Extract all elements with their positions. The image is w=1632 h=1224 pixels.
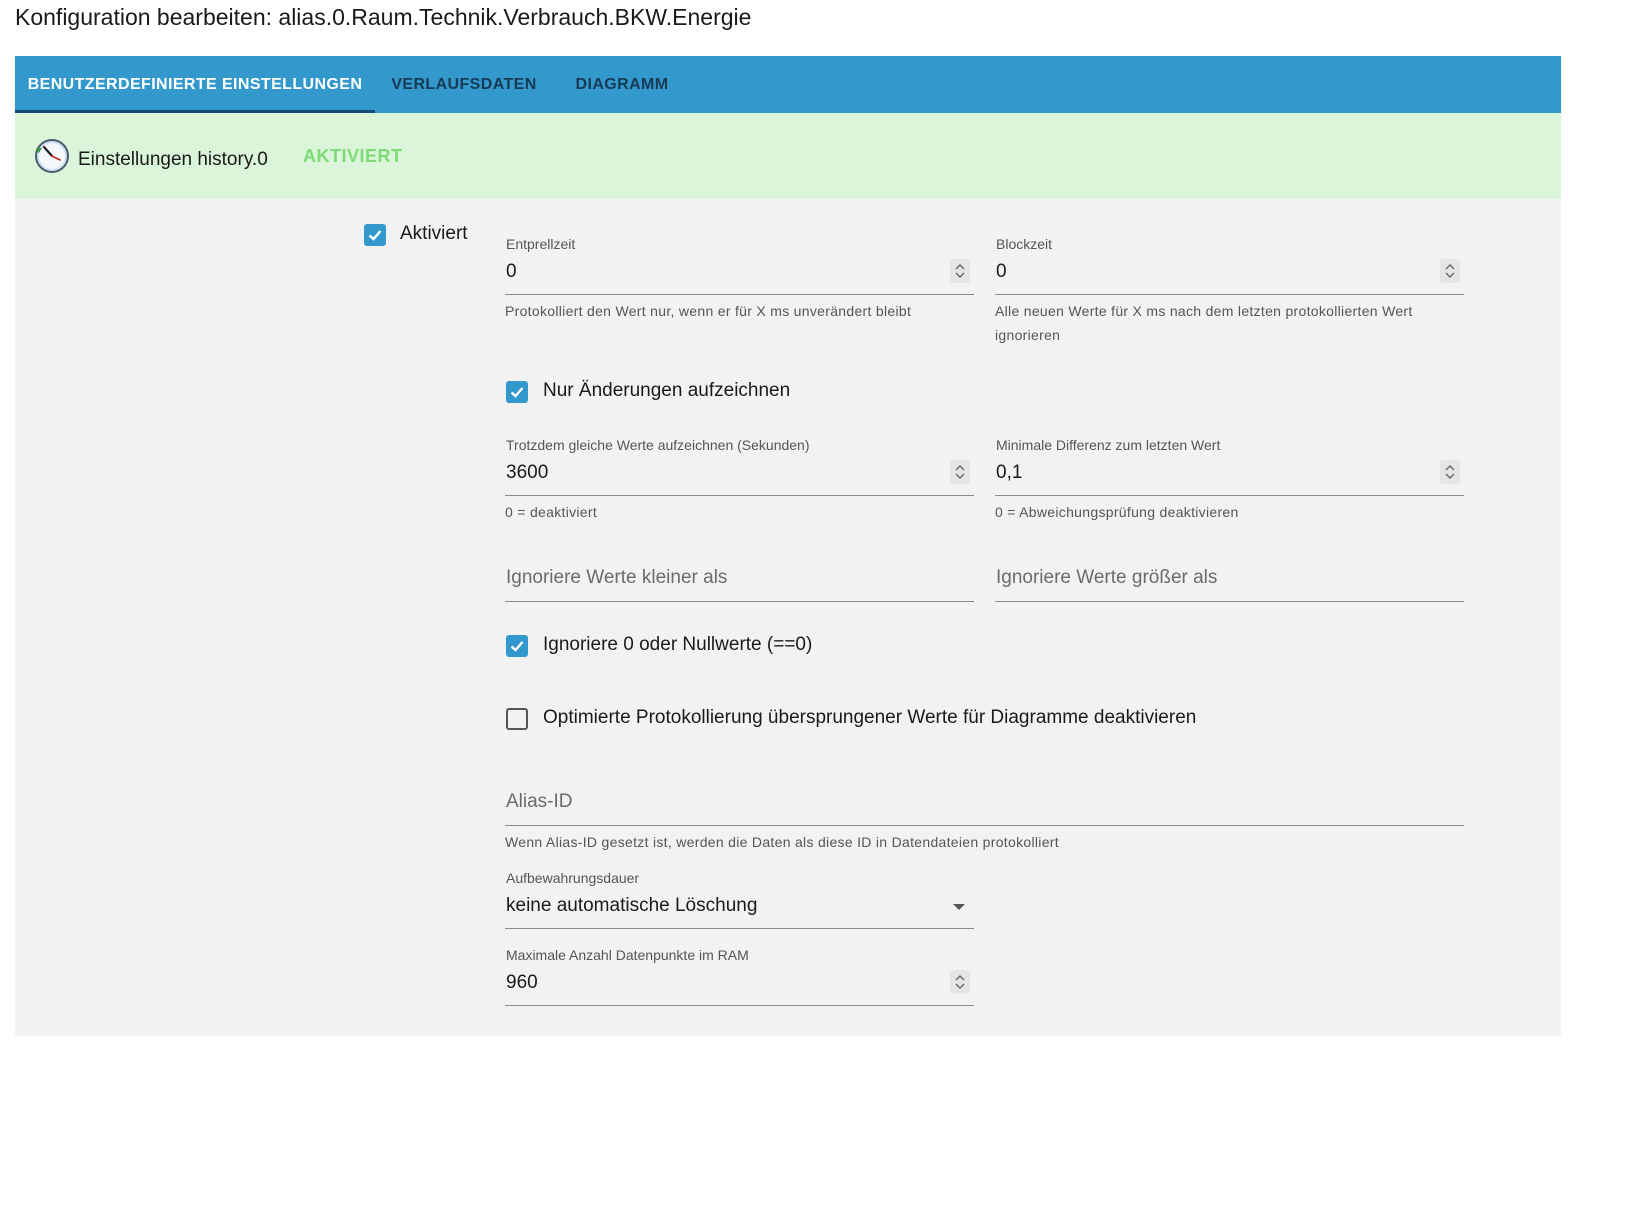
ignore-below-placeholder: Ignoriere Werte kleiner als: [506, 567, 728, 588]
tab-history-data[interactable]: VERLAUFSDATEN: [375, 56, 553, 113]
check-icon: [510, 387, 524, 398]
same-values-underline: [505, 495, 974, 496]
blocktime-helper: Alle neuen Werte für X ms nach dem letzt…: [995, 303, 1413, 343]
enabled-label: Aktiviert: [400, 223, 468, 244]
debounce-label: Entprellzeit: [506, 236, 576, 252]
retention-label: Aufbewahrungsdauer: [506, 870, 640, 886]
same-values-value: 3600: [506, 462, 549, 483]
max-points-underline: [505, 1005, 974, 1006]
blocktime-label: Blockzeit: [996, 236, 1053, 252]
debounce-helper: Protokolliert den Wert nur, wenn er für …: [505, 303, 912, 319]
spinner-arrows-icon: [955, 975, 965, 989]
ignore-zero-label: Ignoriere 0 oder Nullwerte (==0): [543, 634, 813, 655]
retention-select[interactable]: Aufbewahrungsdauer keine automatische Lö…: [505, 870, 974, 930]
check-icon: [510, 641, 524, 652]
chevron-down-icon: [953, 904, 965, 910]
spinner-arrows-icon: [955, 465, 965, 479]
same-values-helper: 0 = deaktiviert: [505, 504, 598, 520]
ignore-above-placeholder: Ignoriere Werte größer als: [996, 567, 1218, 588]
min-diff-helper: 0 = Abweichungsprüfung deaktivieren: [995, 504, 1239, 520]
blocktime-value: 0: [996, 261, 1007, 282]
clock-icon: [35, 139, 69, 173]
enabled-checkbox[interactable]: [364, 224, 386, 246]
ignore-zero-checkbox[interactable]: [506, 635, 528, 657]
disable-optimized-checkbox[interactable]: [506, 708, 528, 730]
min-diff-field[interactable]: Minimale Differenz zum letzten Wert 0,1: [995, 437, 1464, 497]
tab-chart-label: DIAGRAMM: [575, 76, 669, 93]
check-icon: [368, 230, 382, 241]
settings-panel: BENUTZERDEFINIERTE EINSTELLUNGEN VERLAUF…: [15, 56, 1561, 1036]
tab-history-data-label: VERLAUFSDATEN: [391, 76, 537, 93]
tab-custom-settings[interactable]: BENUTZERDEFINIERTE EINSTELLUNGEN: [15, 56, 375, 113]
tab-bar: BENUTZERDEFINIERTE EINSTELLUNGEN VERLAUF…: [15, 56, 1561, 113]
min-diff-value: 0,1: [996, 462, 1023, 483]
max-points-value: 960: [506, 972, 538, 993]
alias-id-placeholder: Alias-ID: [506, 791, 573, 812]
ignore-above-input[interactable]: Ignoriere Werte größer als: [995, 561, 1464, 602]
spinner-arrows-icon: [955, 264, 965, 278]
alias-id-input[interactable]: Alias-ID: [505, 785, 1464, 826]
instance-header: Einstellungen history.0 AKTIVIERT: [15, 113, 1561, 199]
debounce-field[interactable]: Entprellzeit 0: [505, 236, 974, 296]
max-points-spinner[interactable]: [950, 970, 970, 994]
ignore-above-underline: [995, 601, 1464, 602]
retention-underline: [505, 928, 974, 929]
alias-id-helper: Wenn Alias-ID gesetzt ist, werden die Da…: [505, 834, 1059, 850]
tab-chart[interactable]: DIAGRAMM: [553, 56, 691, 113]
same-values-spinner[interactable]: [950, 460, 970, 484]
min-diff-label: Minimale Differenz zum letzten Wert: [996, 437, 1221, 453]
blocktime-field[interactable]: Blockzeit 0: [995, 236, 1464, 296]
retention-value: keine automatische Löschung: [506, 895, 758, 916]
ignore-below-underline: [505, 601, 974, 602]
debounce-underline: [505, 294, 974, 295]
page-title: Konfiguration bearbeiten: alias.0.Raum.T…: [15, 4, 752, 30]
instance-status-badge: AKTIVIERT: [303, 146, 403, 166]
instance-label: Einstellungen history.0: [78, 149, 268, 170]
min-diff-underline: [995, 495, 1464, 496]
min-diff-spinner[interactable]: [1440, 460, 1460, 484]
changes-only-label: Nur Änderungen aufzeichnen: [543, 380, 791, 401]
debounce-value: 0: [506, 261, 517, 282]
debounce-spinner[interactable]: [950, 259, 970, 283]
changes-only-checkbox[interactable]: [506, 381, 528, 403]
blocktime-underline: [995, 294, 1464, 295]
tab-custom-settings-label: BENUTZERDEFINIERTE EINSTELLUNGEN: [27, 76, 363, 93]
max-points-field[interactable]: Maximale Anzahl Datenpunkte im RAM 960: [505, 947, 974, 1007]
same-values-field[interactable]: Trotzdem gleiche Werte aufzeichnen (Seku…: [505, 437, 974, 497]
same-values-label: Trotzdem gleiche Werte aufzeichnen (Seku…: [506, 437, 810, 453]
ignore-below-input[interactable]: Ignoriere Werte kleiner als: [505, 561, 974, 602]
spinner-arrows-icon: [1445, 465, 1455, 479]
max-points-label: Maximale Anzahl Datenpunkte im RAM: [506, 947, 749, 963]
blocktime-spinner[interactable]: [1440, 259, 1460, 283]
alias-id-underline: [505, 825, 1464, 826]
disable-optimized-label: Optimierte Protokollierung übersprungene…: [543, 707, 1197, 728]
spinner-arrows-icon: [1445, 264, 1455, 278]
